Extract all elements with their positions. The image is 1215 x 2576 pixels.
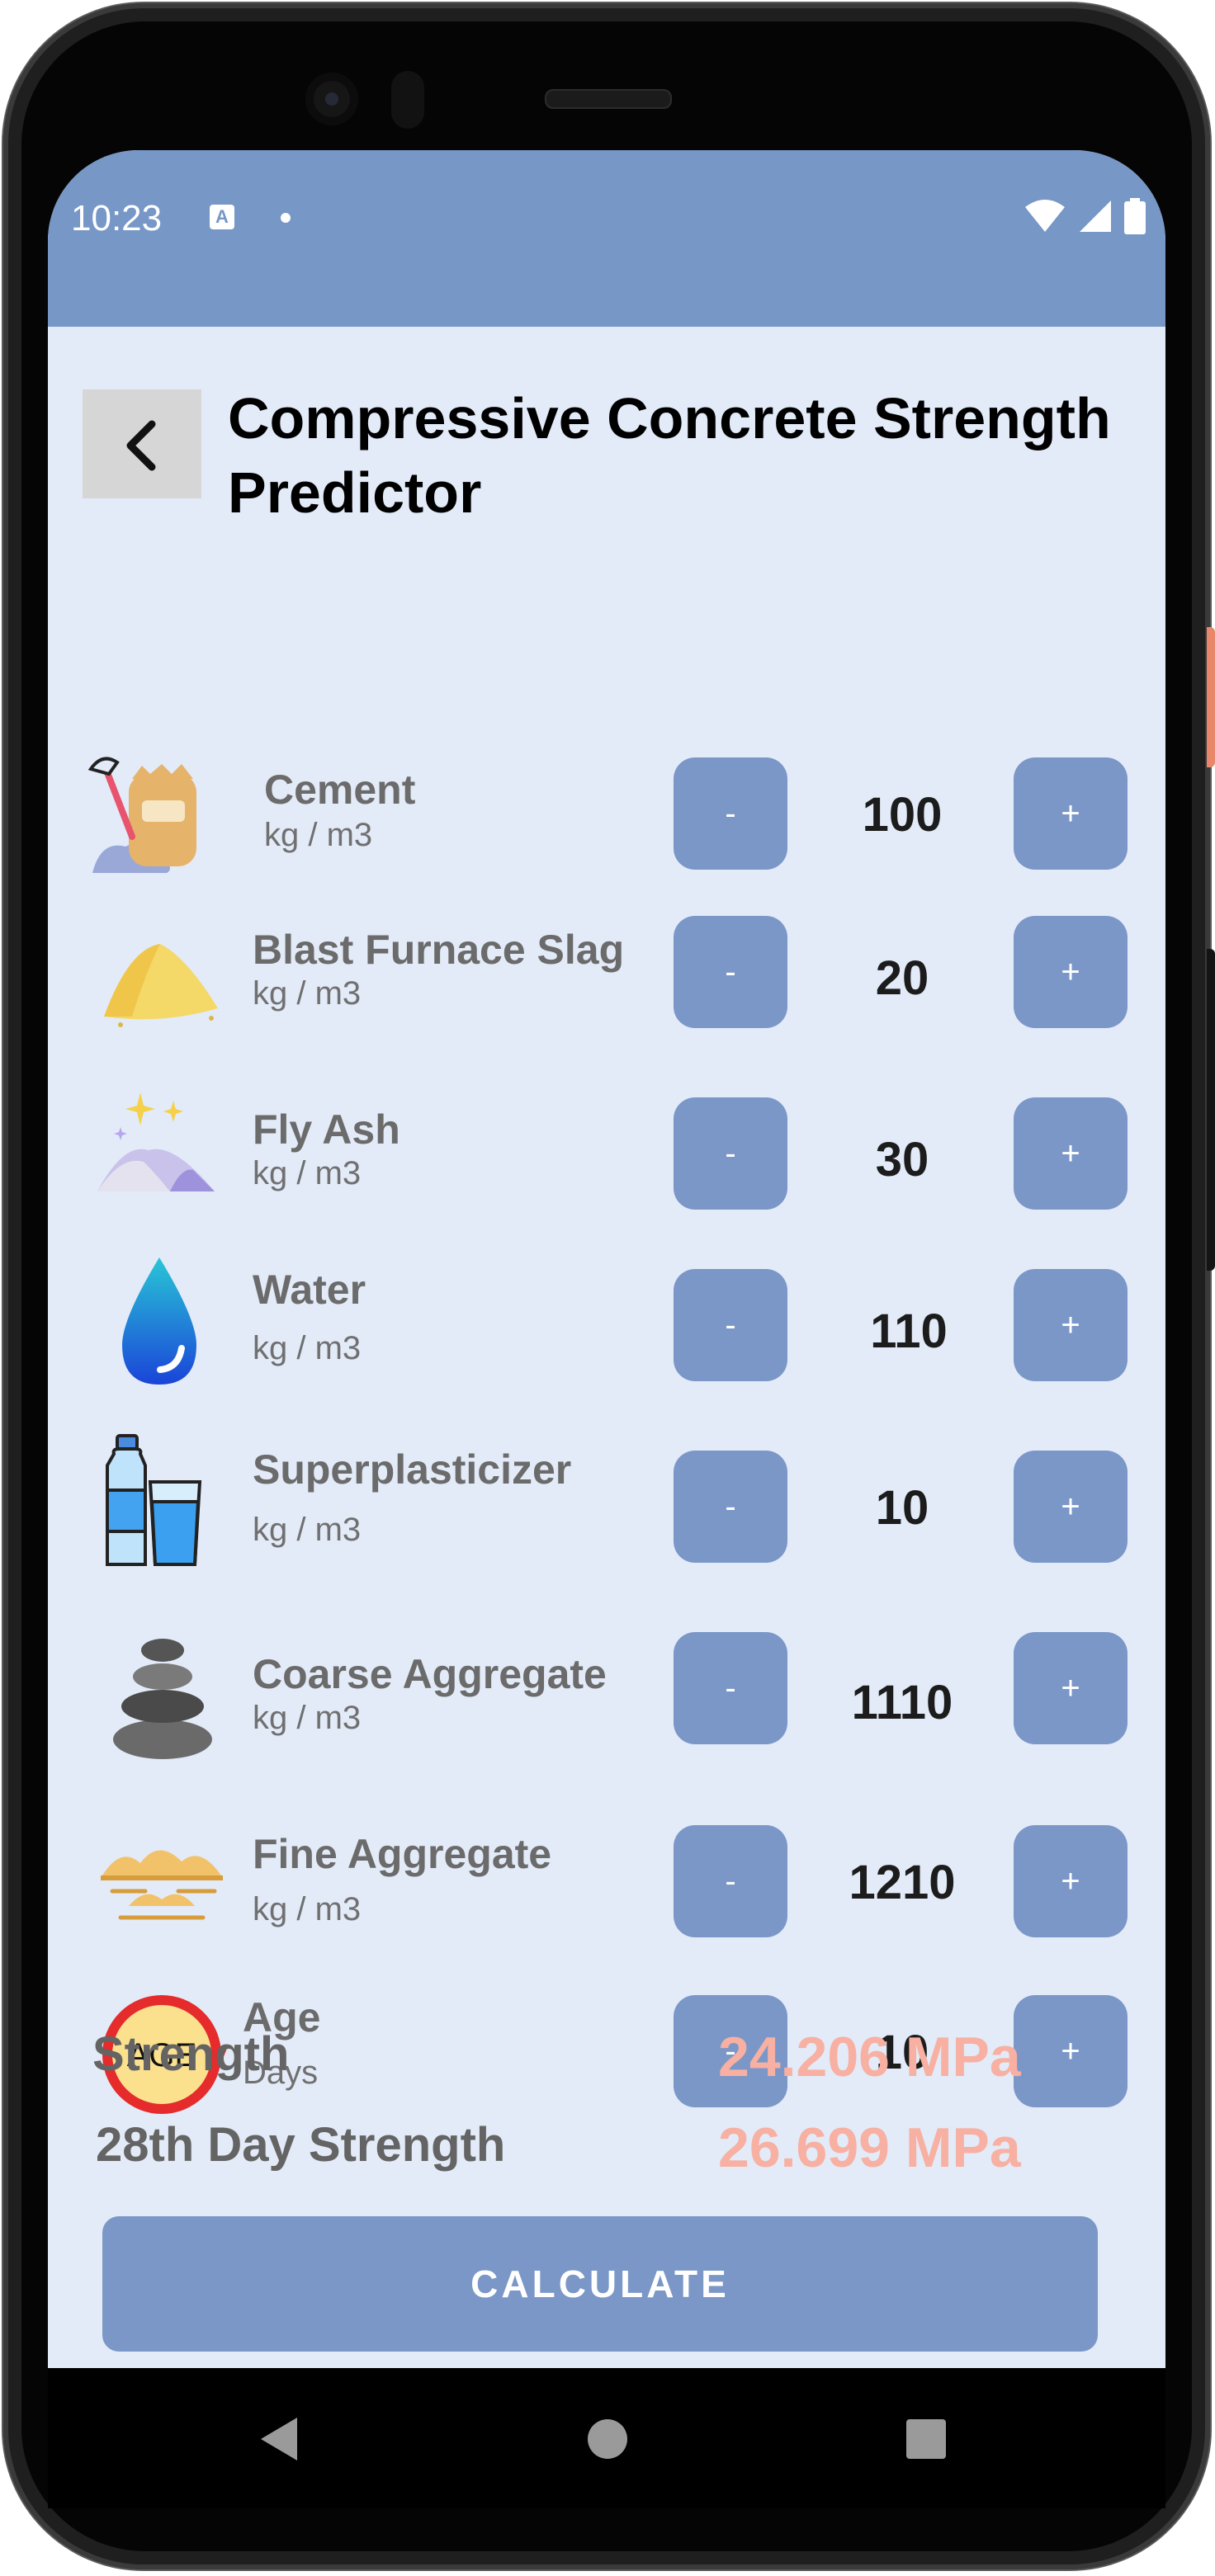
strength-label: Strength <box>92 2027 290 2081</box>
fly-ash-icon <box>91 1084 223 1216</box>
ingredient-name: Fine Aggregate <box>253 1831 552 1877</box>
ingredient-row-fly-ash: Fly Ash kg / m3 - 30 + <box>48 1092 1165 1213</box>
ingredient-name: Blast Furnace Slag <box>253 927 625 973</box>
coarse-aggregate-plus-button[interactable]: + <box>1014 1632 1128 1744</box>
day28-strength-label: 28th Day Strength <box>96 2118 506 2172</box>
signal-icon <box>1080 201 1111 232</box>
app-screen: 10:23 A Compressive Concrete Strength Pr… <box>48 150 1165 2368</box>
ingredient-unit: kg / m3 <box>264 817 373 853</box>
water-minus-button[interactable]: - <box>674 1269 787 1381</box>
coarse-aggregate-value: 1110 <box>851 1676 953 1729</box>
page-title: Compressive Concrete Strength Predictor <box>228 386 1111 525</box>
ingredient-row-superplasticizer: Superplasticizer kg / m3 - 10 + <box>48 1434 1165 1566</box>
strength-value: 24.206 MPa <box>718 2026 1021 2088</box>
fine-aggregate-plus-button[interactable]: + <box>1014 1825 1128 1937</box>
cement-minus-button[interactable]: - <box>674 757 787 870</box>
back-button[interactable] <box>83 389 201 498</box>
sand-icon <box>96 1820 228 1952</box>
status-bar: 10:23 A <box>48 150 1165 327</box>
nav-recent-apps-icon[interactable] <box>906 2419 946 2459</box>
ingredient-unit: kg / m3 <box>253 1891 362 1927</box>
water-plus-button[interactable]: + <box>1014 1269 1128 1381</box>
slag-pile-icon <box>96 916 228 1048</box>
bottle-glass-icon <box>101 1432 233 1566</box>
main-content: Compressive Concrete Strength Predictor … <box>48 327 1165 2368</box>
water-value: 110 <box>870 1305 948 1358</box>
battery-icon <box>1124 198 1146 234</box>
slag-plus-button[interactable]: + <box>1014 916 1128 1028</box>
earpiece-speaker <box>545 89 672 109</box>
notification-dot-icon <box>281 213 291 223</box>
stones-icon <box>109 1621 241 1759</box>
ingredient-row-blast-furnace-slag: Blast Furnace Slag kg / m3 - 20 + <box>48 916 1165 1031</box>
proximity-sensor <box>391 71 424 129</box>
fly-ash-plus-button[interactable]: + <box>1014 1097 1128 1210</box>
cement-bag-icon <box>84 749 216 881</box>
ingredient-name: Cement <box>264 767 416 813</box>
nav-back-icon[interactable] <box>258 2416 299 2462</box>
ingredient-name: Superplasticizer <box>253 1446 572 1493</box>
superplasticizer-plus-button[interactable]: + <box>1014 1451 1128 1563</box>
front-camera <box>305 73 358 125</box>
ingredient-row-coarse-aggregate: Coarse Aggregate kg / m3 - 1110 + <box>48 1632 1165 1759</box>
age-plus-button[interactable]: + <box>1014 1995 1128 2107</box>
slag-minus-button[interactable]: - <box>674 916 787 1028</box>
ingredient-unit: kg / m3 <box>253 1330 362 1366</box>
ingredient-row-cement: Cement kg / m3 - 100 + <box>48 757 1165 873</box>
cement-plus-button[interactable]: + <box>1014 757 1128 870</box>
ingredient-row-fine-aggregate: Fine Aggregate kg / m3 - 1210 + <box>48 1825 1165 1941</box>
calculate-button[interactable]: CALCULATE <box>102 2216 1098 2352</box>
status-icons <box>1024 198 1146 234</box>
chevron-left-icon <box>126 420 156 471</box>
notification-icon: A <box>210 205 234 229</box>
superplasticizer-value: 10 <box>875 1481 929 1535</box>
ingredient-unit: kg / m3 <box>253 1700 362 1736</box>
slag-value: 20 <box>875 951 929 1005</box>
coarse-aggregate-minus-button[interactable]: - <box>674 1632 787 1744</box>
volume-button <box>1207 949 1215 1271</box>
system-nav-bar <box>48 2368 1165 2508</box>
ingredient-name: Coarse Aggregate <box>253 1651 607 1697</box>
ingredient-unit: kg / m3 <box>253 1512 362 1548</box>
fine-aggregate-minus-button[interactable]: - <box>674 1825 787 1937</box>
ingredient-name: Water <box>253 1267 366 1313</box>
fly-ash-minus-button[interactable]: - <box>674 1097 787 1210</box>
power-button <box>1207 627 1215 767</box>
fly-ash-value: 30 <box>875 1133 929 1187</box>
ingredient-unit: kg / m3 <box>253 975 362 1012</box>
cement-value: 100 <box>862 788 943 842</box>
wifi-icon <box>1025 200 1065 232</box>
ingredient-name: Fly Ash <box>253 1106 400 1153</box>
ingredient-unit: kg / m3 <box>253 1155 362 1191</box>
ingredient-row-water: Water kg / m3 - 110 + <box>48 1257 1165 1385</box>
fine-aggregate-value: 1210 <box>849 1856 956 1909</box>
superplasticizer-minus-button[interactable]: - <box>674 1451 787 1563</box>
status-time: 10:23 <box>71 198 163 238</box>
water-drop-icon <box>106 1253 238 1385</box>
nav-home-icon[interactable] <box>588 2419 627 2459</box>
day28-strength-value: 26.699 MPa <box>718 2116 1021 2179</box>
